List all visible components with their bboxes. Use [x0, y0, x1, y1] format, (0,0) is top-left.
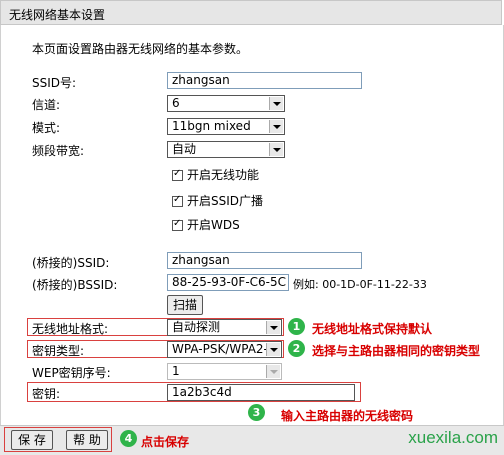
wep-index-select[interactable]: 1	[167, 363, 282, 380]
bandwidth-value: 自动	[172, 142, 197, 156]
key-type-select[interactable]: WPA-PSK/WPA2-	[167, 341, 282, 358]
addr-format-value: 自动探测	[172, 320, 221, 334]
checkbox-ssid-broadcast[interactable]: 开启SSID广播	[172, 192, 263, 209]
watermark: xuexila.com	[408, 428, 498, 447]
ssid-input[interactable]: zhangsan	[167, 72, 362, 89]
checkbox-label: 开启WDS	[187, 218, 240, 232]
bssid-example-text: 例如: 00-1D-0F-11-22-33	[293, 278, 427, 291]
channel-value: 6	[172, 96, 180, 110]
wep-index-value: 1	[172, 364, 180, 378]
channel-select[interactable]: 6	[167, 95, 285, 112]
mode-select[interactable]: 11bgn mixed	[167, 118, 285, 135]
channel-label: 信道:	[32, 98, 61, 112]
page-title: 无线网络基本设置	[9, 8, 106, 22]
key-type-value: WPA-PSK/WPA2-	[172, 342, 268, 356]
mode-value: 11bgn mixed	[172, 119, 251, 133]
annotation-2: 选择与主路由器相同的密钥类型	[312, 344, 481, 358]
help-button[interactable]: 帮 助	[66, 430, 108, 450]
bandwidth-label: 频段带宽:	[32, 144, 85, 158]
step-badge-3: 3	[248, 404, 265, 421]
key-label: 密钥:	[32, 387, 61, 401]
chevron-down-icon[interactable]	[269, 97, 283, 110]
checkbox-checked-icon[interactable]	[172, 218, 183, 231]
chevron-down-icon[interactable]	[269, 120, 283, 133]
chevron-down-icon[interactable]	[269, 143, 283, 156]
bridged-bssid-input[interactable]: 88-25-93-0F-C6-5C	[167, 274, 289, 291]
checkbox-enable-wds[interactable]: 开启WDS	[172, 216, 240, 233]
bridged-ssid-label: (桥接的)SSID:	[32, 256, 110, 270]
key-input[interactable]: 1a2b3c4d	[167, 384, 355, 401]
addr-format-label: 无线地址格式:	[32, 322, 109, 336]
checkbox-enable-wireless[interactable]: 开启无线功能	[172, 166, 259, 183]
checkbox-checked-icon[interactable]	[172, 168, 183, 181]
bandwidth-select[interactable]: 自动	[167, 141, 285, 158]
chevron-down-icon[interactable]	[266, 365, 280, 378]
annotation-1: 无线地址格式保持默认	[312, 322, 433, 336]
checkbox-checked-icon[interactable]	[172, 194, 183, 207]
step-badge-2: 2	[288, 340, 305, 357]
scan-button[interactable]: 扫描	[167, 295, 203, 315]
annotation-4: 点击保存	[141, 435, 190, 449]
addr-format-select[interactable]: 自动探测	[167, 319, 282, 336]
chevron-down-icon[interactable]	[266, 343, 280, 356]
checkbox-label: 开启无线功能	[187, 168, 260, 182]
bridged-bssid-label: (桥接的)BSSID:	[32, 278, 118, 292]
wep-index-label: WEP密钥序号:	[32, 366, 111, 380]
step-badge-4: 4	[120, 430, 137, 447]
mode-label: 模式:	[32, 121, 61, 135]
bridged-ssid-input[interactable]: zhangsan	[167, 252, 362, 269]
step-badge-1: 1	[288, 318, 305, 335]
ssid-label: SSID号:	[32, 76, 77, 90]
save-button[interactable]: 保 存	[11, 430, 53, 450]
title-bar: 无线网络基本设置	[0, 0, 502, 25]
checkbox-label: 开启SSID广播	[187, 194, 264, 208]
key-type-label: 密钥类型:	[32, 344, 85, 358]
page-description: 本页面设置路由器无线网络的基本参数。	[32, 42, 249, 56]
annotation-3: 输入主路由器的无线密码	[281, 409, 414, 423]
chevron-down-icon[interactable]	[266, 321, 280, 334]
